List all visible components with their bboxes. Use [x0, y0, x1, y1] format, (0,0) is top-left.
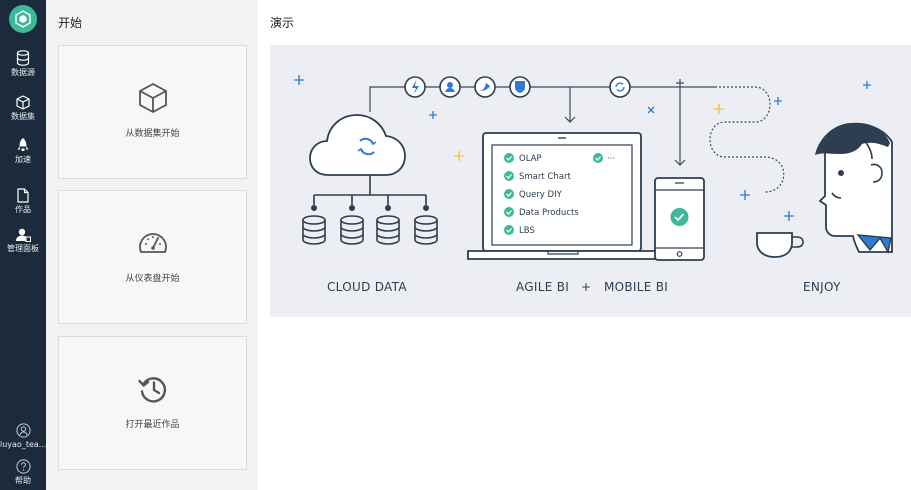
laptop-graphic [467, 132, 657, 260]
dashboard-gauge-icon [139, 233, 167, 253]
caption-agile-bi: AGILE BI [516, 280, 569, 294]
feature-label: Query DIY [519, 190, 563, 200]
feature-label: Smart Chart [519, 172, 571, 182]
cube-icon [139, 83, 167, 113]
app-logo-icon[interactable] [9, 5, 37, 33]
feature-label: OLAP [519, 154, 542, 164]
sidebar-item-label: 数据集 [11, 112, 35, 121]
help-button[interactable]: 帮助 [0, 459, 46, 490]
start-panel-title: 开始 [58, 16, 83, 30]
enjoy-person-graphic [756, 122, 893, 258]
card-label: 打开最近作品 [125, 420, 180, 430]
caption-cloud-data: CLOUD DATA [327, 280, 407, 294]
rocket-icon [17, 138, 29, 151]
admin-user-icon [16, 228, 31, 242]
cloud-data-graphic [302, 114, 438, 245]
document-icon [17, 188, 29, 203]
sidebar-item-label: 作品 [15, 205, 31, 214]
help-icon [15, 459, 31, 474]
mobile-phone-graphic [654, 177, 705, 261]
start-from-dashboard-card[interactable]: 从仪表盘开始 [58, 190, 247, 324]
caption-plus: + [581, 280, 591, 294]
sidebar-item-dataset[interactable]: 数据集 [0, 95, 46, 135]
history-icon [138, 377, 167, 403]
user-account-button[interactable]: luyao_tea... [0, 423, 46, 463]
caption-mobile-bi: MOBILE BI [604, 280, 668, 294]
cube-icon [16, 95, 30, 110]
start-from-dataset-card[interactable]: 从数据集开始 [58, 45, 247, 179]
demo-illustration: OLAP Smart Chart Query DIY Data Products… [270, 45, 911, 317]
user-icon [15, 423, 31, 438]
card-label: 从仪表盘开始 [125, 274, 180, 284]
sidebar-item-works[interactable]: 作品 [0, 188, 46, 228]
sidebar-item-datasource[interactable]: 数据源 [0, 50, 46, 90]
sidebar-item-label: 管理面板 [7, 244, 39, 253]
app-root: 数据源 数据集 加速 作品 管理面板 luyao_tea... 帮助 开始 从数… [0, 0, 911, 490]
feature-more: ··· [607, 154, 615, 164]
username-label: luyao_tea... [0, 440, 46, 449]
feature-label: LBS [519, 226, 535, 236]
sidebar-item-admin-panel[interactable]: 管理面板 [0, 228, 46, 268]
sidebar-item-label: 数据源 [11, 68, 35, 77]
database-icon [16, 50, 30, 66]
sidebar-item-accelerate[interactable]: 加速 [0, 137, 46, 177]
left-nav-rail: 数据源 数据集 加速 作品 管理面板 luyao_tea... 帮助 [0, 0, 46, 490]
open-recent-works-card[interactable]: 打开最近作品 [58, 336, 247, 470]
start-panel: 开始 从数据集开始 从仪表盘开始 打开最近作品 [46, 0, 258, 490]
caption-enjoy: ENJOY [803, 280, 841, 294]
sidebar-item-label: 加速 [15, 155, 31, 164]
demo-section-title: 演示 [270, 16, 295, 30]
card-label: 从数据集开始 [125, 129, 180, 139]
demo-illustration-svg: OLAP Smart Chart Query DIY Data Products… [294, 75, 893, 294]
help-label: 帮助 [15, 476, 31, 485]
feature-label: Data Products [519, 208, 579, 218]
